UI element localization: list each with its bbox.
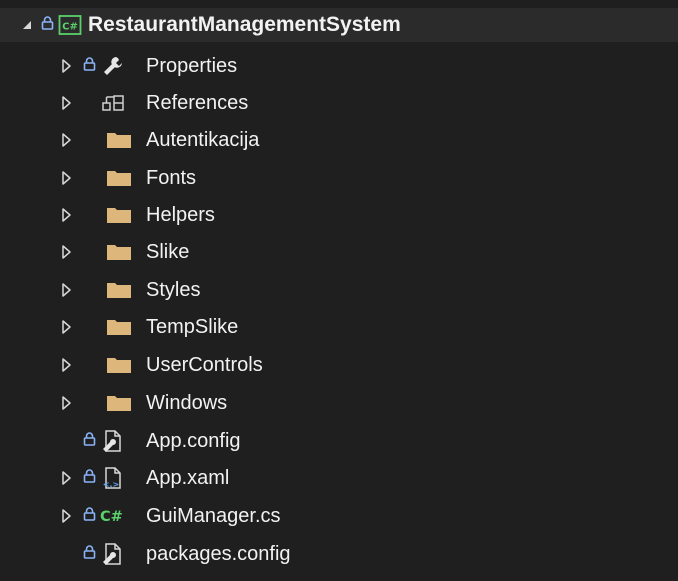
folder-icon [107,320,131,335]
tree-item-folder-helpers[interactable]: Helpers [0,196,678,234]
tree-item-label: packages.config [146,543,291,565]
collapsed-arrow-icon[interactable] [59,132,75,148]
tree-item-label: Fonts [146,167,197,189]
xaml-file-icon: <.> [103,467,121,489]
lock-icon [83,507,96,521]
config-file-icon [103,430,121,452]
folder-icon [107,171,131,186]
collapsed-arrow-icon[interactable] [59,470,75,486]
lock-icon [83,469,96,483]
tree-item-label: Windows [146,392,228,414]
lock-icon [83,432,96,446]
tree-item-label: References [146,92,249,114]
tree-item-folder-slike[interactable]: Slike [0,233,678,271]
tree-item-label: GuiManager.cs [146,505,281,527]
csharp-file-icon: C# [100,508,123,525]
folder-icon [107,133,131,148]
solution-explorer-tree: C# RestaurantManagementSystem Properties… [0,0,678,581]
collapsed-arrow-icon[interactable] [59,395,75,411]
tree-item-app-config[interactable]: App.config [0,422,678,460]
tree-item-folder-tempslike[interactable]: TempSlike [0,308,678,346]
lock-icon [83,545,96,559]
wrench-icon [104,57,122,75]
tree-item-folder-usercontrols[interactable]: UserControls [0,346,678,384]
tree-item-project[interactable]: C# RestaurantManagementSystem [0,8,678,42]
config-file-icon [103,543,121,565]
collapsed-arrow-icon[interactable] [59,244,75,260]
csharp-project-icon: C# [58,15,82,35]
project-label: RestaurantManagementSystem [88,13,401,36]
lock-icon [83,57,96,71]
tree-item-label: Helpers [146,204,215,226]
expanded-arrow-icon[interactable] [20,17,36,33]
svg-text:C#: C# [62,22,78,33]
collapsed-arrow-icon[interactable] [59,357,75,373]
tree-item-label: TempSlike [146,316,239,338]
collapsed-arrow-icon[interactable] [59,170,75,186]
svg-text:C#: C# [100,508,123,525]
collapsed-arrow-icon[interactable] [59,58,75,74]
collapsed-arrow-icon[interactable] [59,207,75,223]
collapsed-arrow-icon[interactable] [59,508,75,524]
tree-item-label: Slike [146,241,190,263]
references-icon [102,95,124,111]
folder-icon [107,358,131,373]
tree-item-folder-windows[interactable]: Windows [0,384,678,422]
lock-icon [41,16,54,30]
tree-item-packages-config[interactable]: packages.config [0,535,678,573]
tree-item-references[interactable]: References [0,84,678,122]
folder-icon [107,208,131,223]
tree-item-label: App.config [146,430,241,452]
tree-item-label: Properties [146,55,238,77]
tree-item-label: App.xaml [146,467,230,489]
svg-text:<.>: <.> [103,480,119,489]
tree-item-app-xaml[interactable]: <.> App.xaml [0,459,678,497]
folder-icon [107,283,131,298]
tree-item-folder-styles[interactable]: Styles [0,271,678,309]
tree-item-properties[interactable]: Properties [0,47,678,85]
tree-item-guimanager-cs[interactable]: C# GuiManager.cs [0,497,678,535]
tree-item-label: Autentikacija [146,129,260,151]
folder-icon [107,245,131,260]
folder-icon [107,396,131,411]
tree-item-folder-autentikacija[interactable]: Autentikacija [0,121,678,159]
tree-item-label: UserControls [146,354,263,376]
collapsed-arrow-icon[interactable] [59,319,75,335]
tree-item-label: Styles [146,279,201,301]
tree-item-folder-fonts[interactable]: Fonts [0,159,678,197]
collapsed-arrow-icon[interactable] [59,282,75,298]
collapsed-arrow-icon[interactable] [59,95,75,111]
